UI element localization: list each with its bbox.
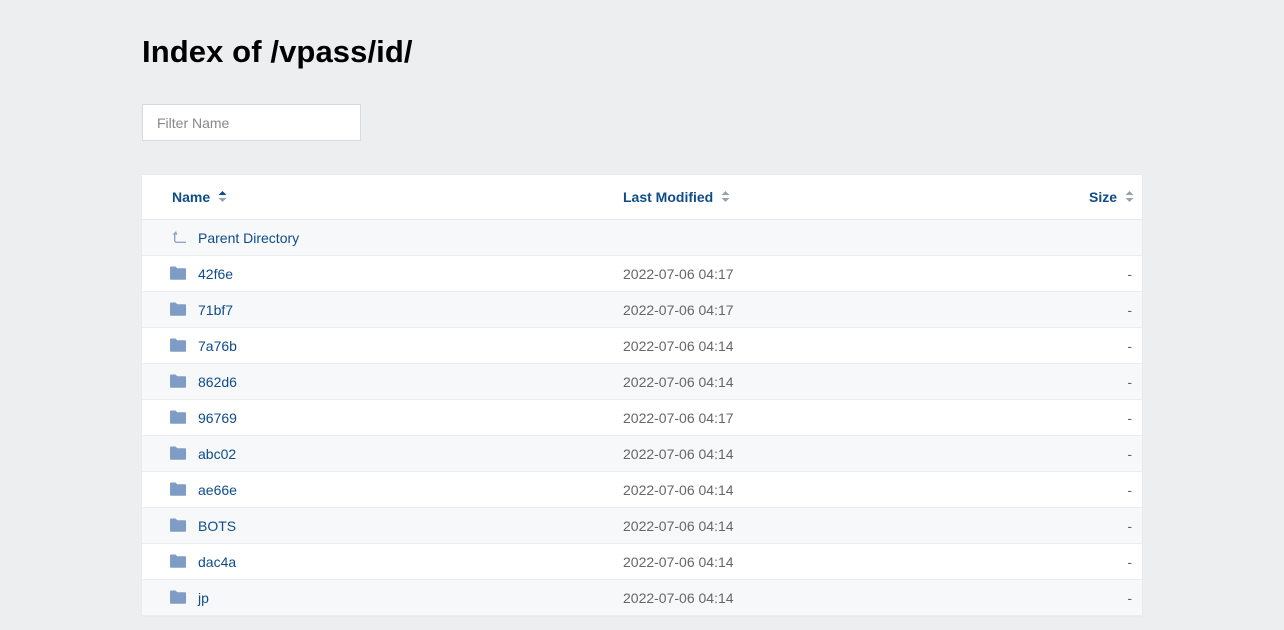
folder-link[interactable]: BOTS — [198, 518, 236, 534]
size-cell: - — [1127, 302, 1132, 318]
folder-link[interactable]: ae66e — [198, 482, 237, 498]
folder-icon — [170, 518, 186, 537]
table-row[interactable]: 71bf7 2022-07-06 04:17 - — [142, 292, 1142, 328]
size-cell: - — [1127, 554, 1132, 570]
last-modified-cell: 2022-07-06 04:14 — [623, 518, 734, 534]
last-modified-cell: 2022-07-06 04:17 — [623, 302, 734, 318]
folder-link[interactable]: dac4a — [198, 554, 236, 570]
last-modified-cell: 2022-07-06 04:14 — [623, 590, 734, 606]
last-modified-cell: 2022-07-06 04:14 — [623, 374, 734, 390]
table-row[interactable]: 7a76b 2022-07-06 04:14 - — [142, 328, 1142, 364]
folder-link[interactable]: jp — [198, 590, 209, 606]
folder-link[interactable]: 7a76b — [198, 338, 237, 354]
folder-icon — [170, 482, 186, 501]
last-modified-cell: 2022-07-06 04:14 — [623, 482, 734, 498]
folder-icon — [170, 374, 186, 393]
folder-icon — [170, 410, 186, 429]
table-row[interactable]: 42f6e 2022-07-06 04:17 - — [142, 256, 1142, 292]
size-cell: - — [1127, 482, 1132, 498]
table-row[interactable]: 862d6 2022-07-06 04:14 - — [142, 364, 1142, 400]
last-modified-cell: 2022-07-06 04:17 — [623, 266, 734, 282]
folder-icon — [170, 590, 186, 609]
folder-link[interactable]: 862d6 — [198, 374, 237, 390]
folder-icon — [170, 266, 186, 285]
table-row[interactable]: BOTS 2022-07-06 04:14 - — [142, 508, 1142, 544]
folder-link[interactable]: 71bf7 — [198, 302, 233, 318]
last-modified-cell: 2022-07-06 04:14 — [623, 446, 734, 462]
sort-by-modified-header[interactable]: Last Modified — [623, 189, 730, 206]
file-list: 42f6e 2022-07-06 04:17 - 71bf7 2022-07-06 04… — [142, 256, 1142, 616]
folder-link[interactable]: 42f6e — [198, 266, 233, 282]
table-row[interactable]: abc02 2022-07-06 04:14 - — [142, 436, 1142, 472]
table-header: Name Last Modified Size — [142, 175, 1142, 220]
up-arrow-icon — [171, 229, 187, 250]
size-cell: - — [1127, 338, 1132, 354]
size-cell: - — [1127, 518, 1132, 534]
sort-by-name-header[interactable]: Name — [172, 189, 227, 206]
table-row[interactable]: jp 2022-07-06 04:14 - — [142, 580, 1142, 616]
table-row[interactable]: ae66e 2022-07-06 04:14 - — [142, 472, 1142, 508]
folder-link[interactable]: 96769 — [198, 410, 237, 426]
name-header-label: Name — [172, 189, 211, 205]
folder-icon — [170, 446, 186, 465]
last-modified-cell: 2022-07-06 04:14 — [623, 338, 734, 354]
last-modified-cell: 2022-07-06 04:17 — [623, 410, 734, 426]
sort-icon — [218, 189, 227, 205]
folder-icon — [170, 554, 186, 573]
page-title: Index of /vpass/id/ — [142, 34, 413, 69]
size-cell: - — [1127, 266, 1132, 282]
sort-by-size-header[interactable]: Size — [1089, 189, 1134, 206]
size-header-label: Size — [1088, 189, 1117, 205]
folder-icon — [170, 338, 186, 357]
size-cell: - — [1127, 410, 1132, 426]
folder-link[interactable]: abc02 — [198, 446, 236, 462]
parent-directory-link[interactable]: Parent Directory — [198, 230, 299, 246]
table-row[interactable]: dac4a 2022-07-06 04:14 - — [142, 544, 1142, 580]
folder-icon — [170, 302, 186, 321]
file-table: Name Last Modified Size Parent Directory — [142, 175, 1142, 616]
last-modified-cell: 2022-07-06 04:14 — [623, 554, 734, 570]
size-cell: - — [1127, 374, 1132, 390]
size-cell: - — [1127, 446, 1132, 462]
filter-name-input[interactable] — [142, 104, 361, 141]
modified-header-label: Last Modified — [623, 189, 714, 205]
sort-icon — [721, 189, 730, 205]
sort-icon — [1125, 189, 1134, 205]
table-row[interactable]: 96769 2022-07-06 04:17 - — [142, 400, 1142, 436]
parent-directory-row[interactable]: Parent Directory — [142, 220, 1142, 256]
size-cell: - — [1127, 590, 1132, 606]
